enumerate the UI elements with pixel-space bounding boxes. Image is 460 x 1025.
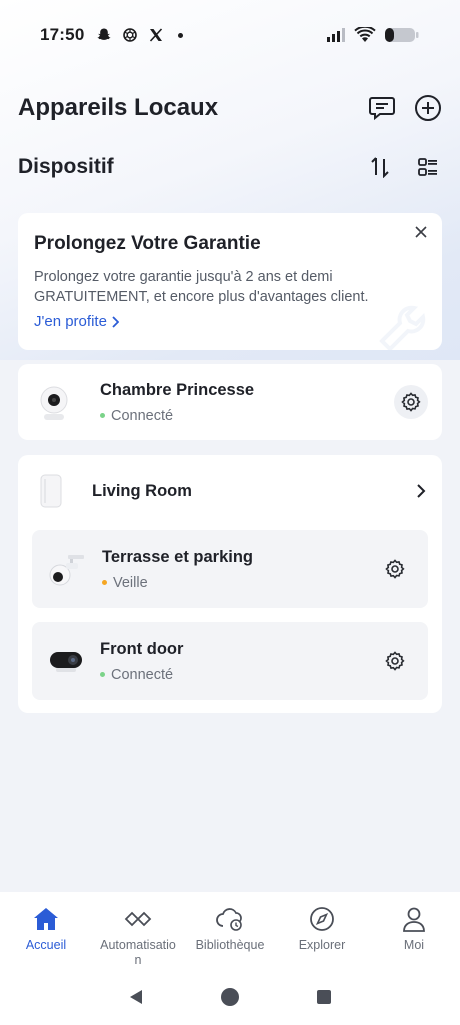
device-name: Front door xyxy=(100,639,184,658)
status-label: Connecté xyxy=(111,407,174,424)
tab-explorer[interactable]: Explorer xyxy=(276,906,368,972)
tab-automatisation[interactable]: Automatisation xyxy=(92,906,184,972)
back-icon[interactable] xyxy=(127,988,145,1006)
grid-view-icon xyxy=(418,158,437,176)
settings-button[interactable] xyxy=(378,644,412,678)
section-title: Dispositif xyxy=(18,155,114,178)
system-status-icons xyxy=(326,26,420,44)
status-dot xyxy=(102,580,107,585)
home-button-icon[interactable] xyxy=(220,987,240,1007)
status-dot xyxy=(100,672,105,677)
promo-title: Prolongez Votre Garantie xyxy=(34,233,261,254)
settings-button[interactable] xyxy=(378,552,412,586)
device-name: Terrasse et parking xyxy=(102,547,254,566)
device-status: Veille xyxy=(102,575,253,591)
snapchat-icon xyxy=(98,28,111,40)
status-dot xyxy=(100,413,105,418)
doorbell-camera-thumbnail xyxy=(48,646,84,676)
app-header: Appareils Locaux xyxy=(18,88,442,128)
tab-accueil[interactable]: Accueil xyxy=(0,906,92,972)
close-icon xyxy=(415,226,427,238)
promo-text: Prolongez votre garantie jusqu'à 2 ans e… xyxy=(34,269,369,305)
message-icon xyxy=(369,97,395,121)
tab-bibliotheque[interactable]: Bibliothèque xyxy=(184,906,276,972)
gear-icon xyxy=(401,392,421,412)
tab-moi[interactable]: Moi xyxy=(368,906,460,972)
warranty-promo-card: Prolongez Votre Garantie Prolongez votre… xyxy=(18,213,442,350)
wifi-icon xyxy=(354,27,376,42)
signal-icon xyxy=(327,28,345,42)
chevron-right-icon xyxy=(417,484,426,498)
chevron-right-icon xyxy=(112,315,119,328)
battery-icon xyxy=(385,28,419,42)
settings-button[interactable] xyxy=(394,385,428,419)
device-card-terrasse[interactable]: Terrasse et parking Veille xyxy=(32,530,428,608)
device-status: Connecté xyxy=(100,667,183,683)
tab-label: Moi xyxy=(403,938,425,952)
sort-button[interactable] xyxy=(366,153,394,181)
device-section-header: Dispositif xyxy=(18,150,442,184)
home-icon xyxy=(34,908,58,930)
dot-icon xyxy=(178,32,184,38)
notification-icons xyxy=(96,27,184,43)
compass-icon xyxy=(310,907,334,931)
bottom-navigation: Accueil Automatisation Bibliothèque Expl… xyxy=(0,892,460,1025)
add-device-button[interactable] xyxy=(414,94,442,122)
sort-icon xyxy=(371,157,389,178)
device-card-chambre-princesse[interactable]: Chambre Princesse Connecté xyxy=(18,364,442,440)
gear-icon xyxy=(385,651,405,671)
device-status: Connecté xyxy=(100,408,254,424)
gear-icon xyxy=(385,559,405,579)
recents-icon[interactable] xyxy=(315,988,333,1006)
status-label: Veille xyxy=(113,574,148,591)
tab-label: Explorer xyxy=(298,938,346,952)
status-bar: 17:50 xyxy=(0,0,460,70)
tab-label: Accueil xyxy=(25,938,67,952)
automation-icon xyxy=(124,911,152,927)
promo-close-button[interactable] xyxy=(410,221,432,243)
tab-label: Bibliothèque xyxy=(195,938,265,952)
group-name: Living Room xyxy=(92,481,192,500)
chatgpt-icon xyxy=(123,28,138,42)
x-icon xyxy=(150,28,163,42)
status-label: Connecté xyxy=(111,666,174,683)
promo-link-label: J'en profite xyxy=(34,313,107,330)
indoor-camera-thumbnail xyxy=(36,380,72,424)
tab-label: Automatisation xyxy=(100,938,176,967)
add-icon xyxy=(415,95,441,121)
library-icon xyxy=(216,908,242,931)
system-navigation-bar xyxy=(0,987,460,1007)
promo-link[interactable]: J'en profite xyxy=(34,313,119,330)
device-group-living-room: Living Room Terrasse et parking Veille F… xyxy=(18,455,442,713)
group-header[interactable]: Living Room xyxy=(18,455,442,527)
hub-thumbnail xyxy=(38,473,64,509)
outdoor-camera-thumbnail xyxy=(48,549,86,589)
wrench-watermark-icon xyxy=(379,305,426,350)
status-time: 17:50 xyxy=(40,25,85,44)
profile-icon xyxy=(403,907,425,932)
page-title: Appareils Locaux xyxy=(18,94,219,121)
device-name: Chambre Princesse xyxy=(100,380,255,399)
device-card-front-door[interactable]: Front door Connecté xyxy=(32,622,428,700)
message-button[interactable] xyxy=(368,94,396,122)
grid-view-button[interactable] xyxy=(414,153,442,181)
